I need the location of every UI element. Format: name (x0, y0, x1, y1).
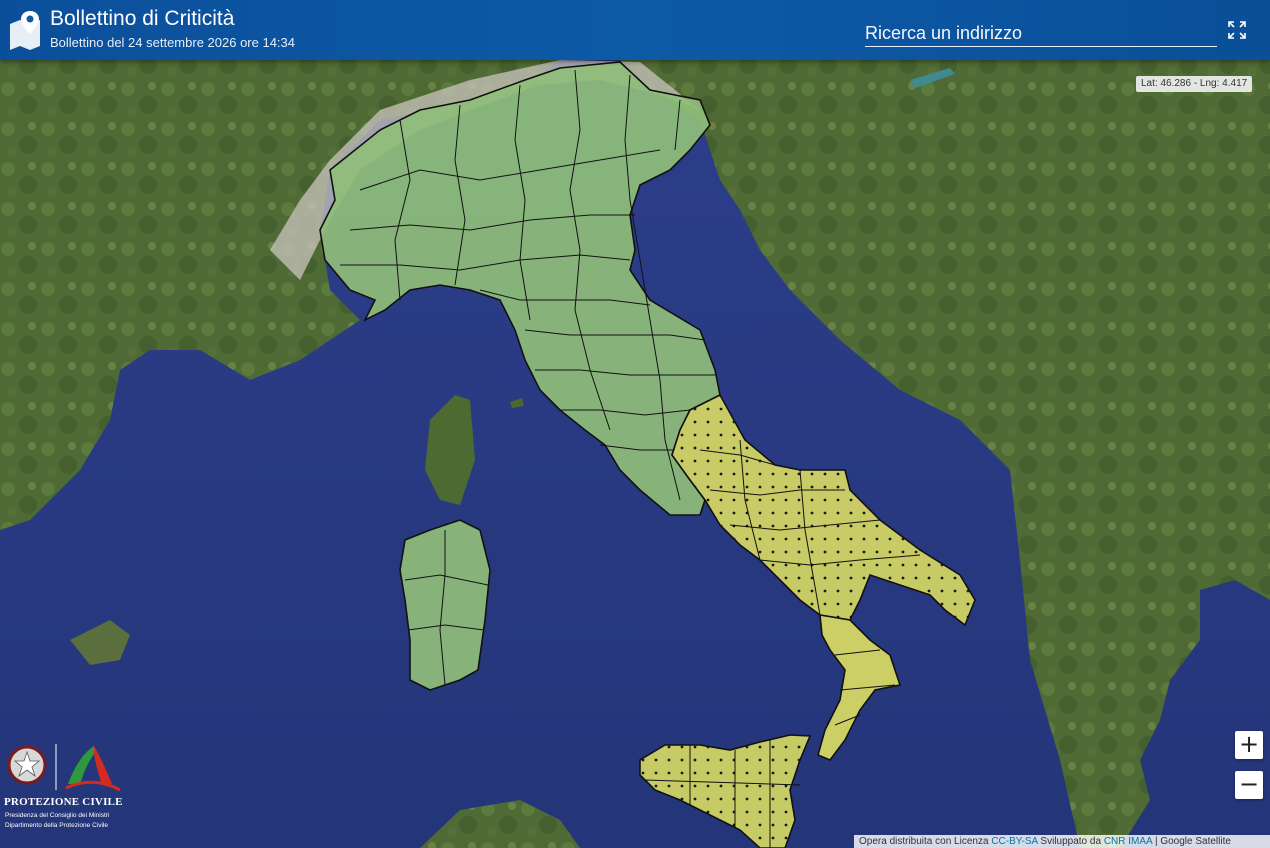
bulletin-date: Bollettino del 24 settembre 2026 ore 14:… (50, 35, 296, 50)
license-link[interactable]: CC-BY-SA (991, 836, 1037, 847)
zoom-out-button[interactable]: − (1235, 771, 1263, 799)
zoom-in-button[interactable]: + (1235, 731, 1263, 759)
address-search-input[interactable] (865, 20, 1217, 47)
header-bar: Bollettino di Criticità Bollettino del 2… (0, 0, 1270, 60)
map-attribution: Opera distribuita con Licenza CC-BY-SA S… (854, 835, 1270, 848)
attribution-prefix: Opera distribuita con Licenza (859, 836, 989, 847)
attribution-middle: Sviluppato da (1040, 836, 1102, 847)
coordinates-readout: Lat: 46.286 - Lng: 4.417 (1136, 76, 1253, 92)
attribution-separator: | (1154, 836, 1158, 847)
attribution-layer: Google Satellite (1160, 836, 1231, 847)
map-pin-icon (10, 11, 40, 50)
protezione-civile-logo (2, 740, 128, 840)
emblem-icon (7, 744, 121, 792)
fullscreen-icon[interactable] (1227, 20, 1247, 40)
developer-link[interactable]: CNR IMAA (1104, 836, 1152, 847)
app-title: Bollettino di Criticità (50, 7, 235, 30)
map-canvas[interactable] (0, 0, 1270, 848)
